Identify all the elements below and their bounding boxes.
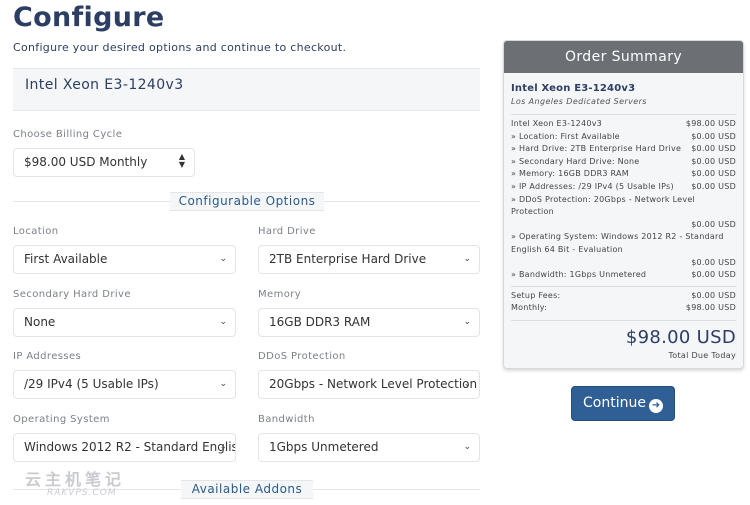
chevron-down-icon: ⌄	[463, 379, 471, 389]
ip-addresses-select[interactable]: /29 IPv4 (5 Usable IPs) ⌄	[13, 370, 236, 399]
billing-cycle-label: Choose Billing Cycle	[13, 129, 123, 140]
product-name: Intel Xeon E3-1240v3	[25, 77, 184, 93]
configurable-options-heading: Configurable Options	[170, 192, 324, 211]
watermark: 云主机笔记 RAKVPS.COM	[25, 466, 129, 498]
summary-line-ddos: » DDoS Protection: 20Gbps - Network Leve…	[511, 194, 736, 229]
arrow-circle-right-icon: ➜	[648, 399, 663, 413]
ddos-label: DDoS Protection	[258, 351, 346, 362]
available-addons-heading: Available Addons	[181, 480, 313, 499]
chevron-down-icon: ⌄	[219, 442, 227, 452]
chevron-down-icon: ⌄	[219, 254, 227, 264]
ddos-value: 20Gbps - Network Level Protection	[269, 377, 478, 391]
hard-drive-select[interactable]: 2TB Enterprise Hard Drive ⌄	[258, 245, 480, 274]
ddos-select[interactable]: 20Gbps - Network Level Protection ⌄	[258, 370, 480, 399]
continue-label: Continue	[583, 395, 646, 411]
location-value: First Available	[24, 252, 108, 266]
summary-line-items: Intel Xeon E3-1240v3 $98.00 USD » Locatio…	[511, 114, 736, 282]
memory-value: 16GB DDR3 RAM	[269, 315, 371, 329]
os-value: Windows 2012 R2 - Standard English	[24, 440, 236, 454]
bandwidth-select[interactable]: 1Gbps Unmetered ⌄	[258, 433, 480, 462]
hard-drive-value: 2TB Enterprise Hard Drive	[269, 252, 427, 266]
hard-drive-label: Hard Drive	[258, 226, 316, 237]
setup-fees-row: Setup Fees: $0.00 USD	[511, 290, 736, 300]
summary-product-name: Intel Xeon E3-1240v3	[511, 83, 636, 94]
summary-line: » Secondary Hard Drive: None $0.00 USD	[511, 156, 736, 166]
secondary-drive-label: Secondary Hard Drive	[13, 289, 131, 300]
watermark-cn: 云主机笔记	[25, 470, 126, 489]
bandwidth-label: Bandwidth	[258, 414, 315, 425]
summary-line: » Hard Drive: 2TB Enterprise Hard Drive $…	[511, 144, 736, 154]
os-label: Operating System	[13, 414, 110, 425]
continue-button[interactable]: Continue ➜	[571, 386, 675, 421]
memory-select[interactable]: 16GB DDR3 RAM ⌄	[258, 308, 480, 337]
order-summary-heading: Order Summary	[504, 41, 743, 73]
summary-line: Intel Xeon E3-1240v3 $98.00 USD	[511, 119, 736, 128]
secondary-drive-select[interactable]: None ⌄	[13, 308, 236, 337]
total-due-label: Total Due Today	[668, 350, 736, 360]
chevron-down-icon: ⌄	[463, 442, 471, 452]
secondary-drive-value: None	[24, 315, 56, 329]
total-amount: $98.00 USD	[625, 326, 736, 348]
billing-cycle-select[interactable]: $98.00 USD Monthly ▲ ▼	[13, 148, 195, 177]
monthly-row: Monthly: $98.00 USD	[511, 303, 736, 313]
summary-line: » Memory: 16GB DDR3 RAM $0.00 USD	[511, 169, 736, 179]
ip-addresses-value: /29 IPv4 (5 Usable IPs)	[24, 377, 159, 391]
billing-cycle-value: $98.00 USD Monthly	[24, 155, 148, 169]
chevron-down-icon: ⌄	[219, 379, 227, 389]
memory-label: Memory	[258, 289, 302, 300]
summary-line: » Bandwidth: 1Gbps Unmetered $0.00 USD	[511, 270, 736, 280]
product-info-box: Intel Xeon E3-1240v3	[13, 68, 480, 111]
page-title: Configure	[13, 2, 165, 33]
sort-updown-icon: ▲ ▼	[178, 152, 185, 169]
summary-line: » Location: First Available $0.00 USD	[511, 131, 736, 141]
page-subtitle: Configure your desired options and conti…	[13, 41, 347, 54]
chevron-down-icon: ⌄	[463, 317, 471, 327]
chevron-down-icon: ⌄	[219, 317, 227, 327]
summary-fees: Setup Fees: $0.00 USD Monthly: $98.00 USD	[511, 285, 736, 315]
summary-total: $98.00 USD Total Due Today	[511, 319, 736, 360]
chevron-down-icon: ⌄	[463, 254, 471, 264]
summary-product-group: Los Angeles Dedicated Servers	[511, 97, 647, 106]
os-select[interactable]: Windows 2012 R2 - Standard English ⌄	[13, 433, 236, 462]
ip-addresses-label: IP Addresses	[13, 351, 82, 362]
summary-line-os: » Operating System: Windows 2012 R2 - St…	[511, 232, 736, 267]
bandwidth-value: 1Gbps Unmetered	[269, 440, 379, 454]
summary-line: » IP Addresses: /29 IPv4 (5 Usable IPs) $…	[511, 181, 736, 191]
location-select[interactable]: First Available ⌄	[13, 245, 236, 274]
order-summary-panel: Order Summary Intel Xeon E3-1240v3 Los A…	[503, 40, 744, 369]
location-label: Location	[13, 226, 59, 237]
